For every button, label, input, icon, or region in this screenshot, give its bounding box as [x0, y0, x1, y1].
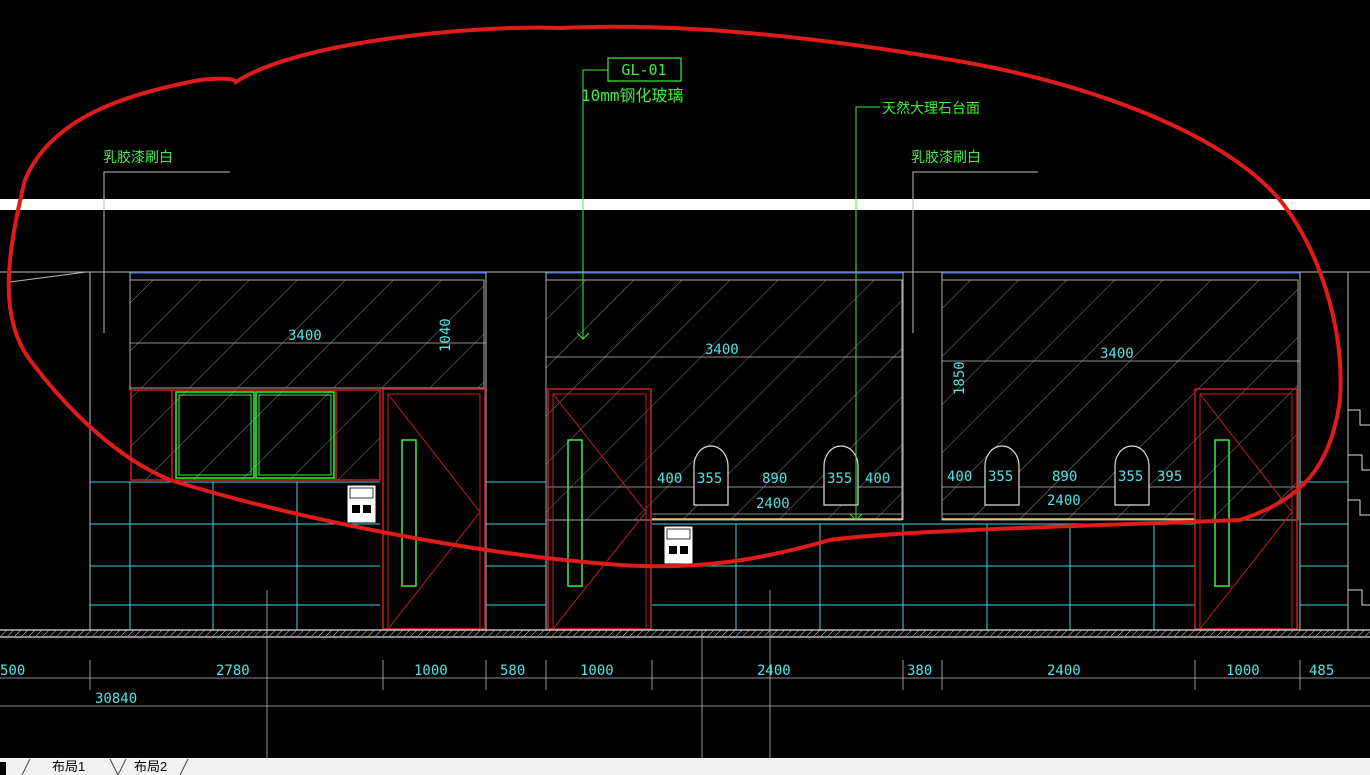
dim-text: 2400 — [1047, 663, 1081, 679]
dim-text: 395 — [1157, 469, 1182, 485]
dim-text: 1000 — [1226, 663, 1260, 679]
switch-panel-icon — [663, 525, 694, 565]
dim-text: 2780 — [216, 663, 250, 679]
dim-text: 580 — [500, 663, 525, 679]
paint-label-right: 乳胶漆刷白 — [911, 149, 981, 166]
dim-text: 400 — [865, 471, 890, 487]
tab-layout-2[interactable]: 布局2 — [134, 759, 167, 775]
glass-code-label: GL-01 — [621, 61, 666, 79]
glass-desc-label: 10mm钢化玻璃 — [581, 86, 684, 105]
dim-text: 355 — [1118, 469, 1143, 485]
paint-label-left: 乳胶漆刷白 — [103, 149, 173, 166]
tab-layout-1[interactable]: 布局1 — [52, 759, 85, 775]
dim-text: 380 — [907, 663, 932, 679]
dim-text: 1000 — [414, 663, 448, 679]
dim-text: 1850 — [952, 361, 968, 395]
dim-text: 890 — [762, 471, 787, 487]
cad-drawing-canvas[interactable]: GL-01 10mm钢化玻璃 天然大理石台面 乳胶漆刷白 乳胶漆刷白 3400 … — [0, 0, 1370, 775]
ceiling-slab — [0, 199, 1370, 210]
dim-total-text: 30840 — [95, 691, 137, 707]
dim-text: 400 — [657, 471, 682, 487]
dim-text: 3400 — [288, 328, 322, 344]
dim-text: 2400 — [757, 663, 791, 679]
dim-text: 1040 — [438, 318, 454, 352]
tab-separators — [0, 758, 189, 775]
dim-text: 1000 — [580, 663, 614, 679]
dim-text: 890 — [1052, 469, 1077, 485]
dim-text: 485 — [1309, 663, 1334, 679]
dim-text: 3400 — [705, 342, 739, 358]
dim-text: 3400 — [1100, 346, 1134, 362]
dim-text: 355 — [697, 471, 722, 487]
bottom-dimension-lines — [0, 590, 1370, 758]
dim-text: 400 — [947, 469, 972, 485]
dim-text: 355 — [988, 469, 1013, 485]
floor-hatch — [0, 630, 1370, 636]
door-1 — [382, 388, 486, 630]
dim-text: 355 — [827, 471, 852, 487]
dim-text: 500 — [0, 663, 25, 679]
layout-tab-bar: 布局1 布局2 — [0, 758, 1370, 775]
dim-text: 2400 — [756, 496, 790, 512]
glass-panel-left-lower — [130, 390, 380, 480]
marble-label: 天然大理石台面 — [882, 100, 980, 117]
stair-detail — [1348, 409, 1370, 606]
switch-panel-icon — [346, 484, 377, 524]
dim-text: 2400 — [1047, 493, 1081, 509]
